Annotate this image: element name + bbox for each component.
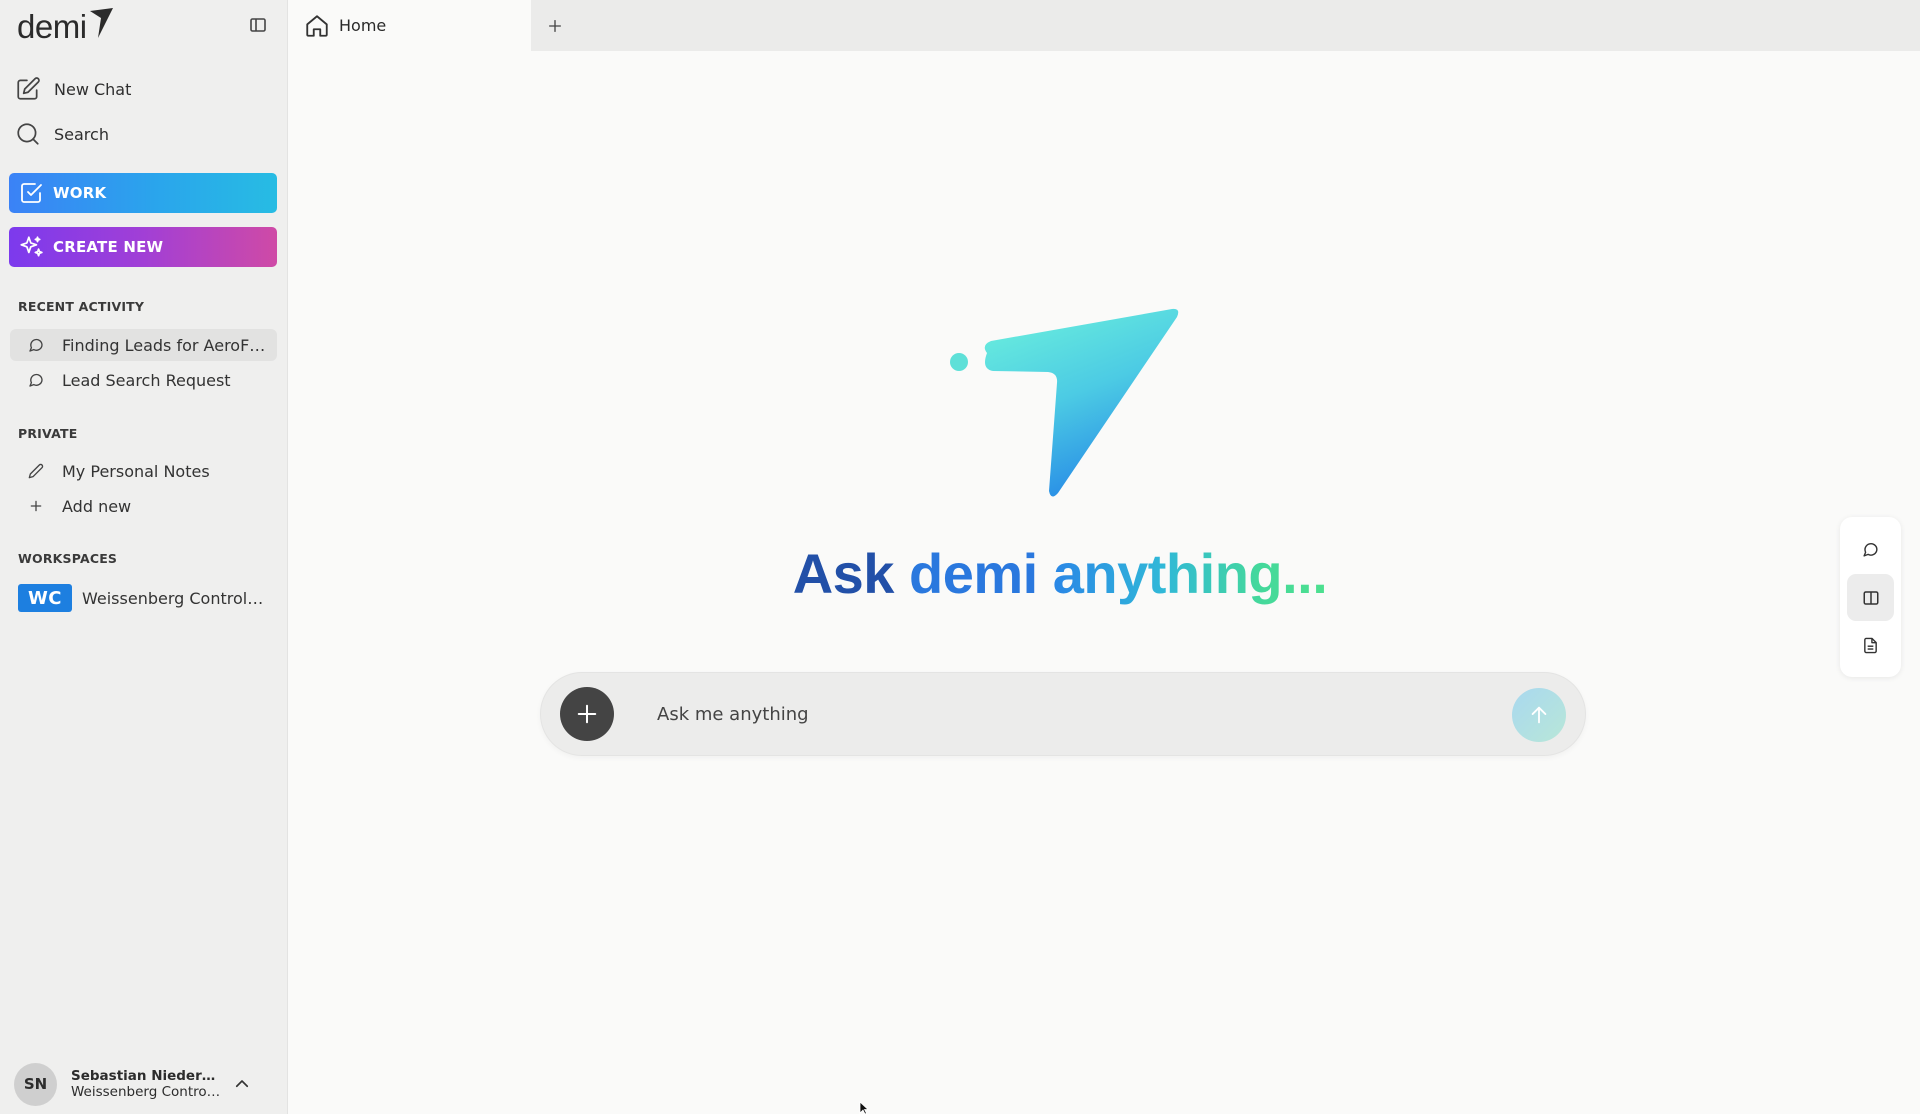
edit-icon <box>17 77 40 100</box>
private-item-label: My Personal Notes <box>62 461 210 481</box>
work-label: WORK <box>53 184 107 202</box>
chat-bubble-icon <box>29 373 43 387</box>
hero-word-anything: anything... <box>1052 542 1328 605</box>
recent-item-finding-leads[interactable]: Finding Leads for AeroFl... <box>10 329 277 361</box>
user-profile-menu[interactable]: SN Sebastian Niederdec... Weissenberg Co… <box>14 1062 276 1106</box>
right-tool-panel <box>1840 517 1901 677</box>
tab-home[interactable]: Home <box>289 0 531 51</box>
chevron-up-icon <box>235 1080 249 1088</box>
new-tab-button[interactable] <box>541 12 569 40</box>
user-name: Sebastian Niederdec... <box>71 1068 223 1084</box>
chat-view-button[interactable] <box>1847 526 1894 573</box>
chat-bubble-icon <box>29 338 43 352</box>
document-view-button[interactable] <box>1847 622 1894 669</box>
workspace-label: Weissenberg Control ... <box>82 588 267 608</box>
demi-logo[interactable]: demi <box>17 6 114 46</box>
workspaces-heading: WORKSPACES <box>18 551 118 566</box>
chat-bubble-icon <box>1863 542 1878 557</box>
recent-item-label: Finding Leads for AeroFl... <box>62 335 267 355</box>
cursor-icon <box>859 1101 870 1114</box>
sparkles-icon <box>20 236 43 257</box>
mouse-cursor <box>859 1100 870 1114</box>
new-chat-label: New Chat <box>54 79 132 99</box>
hero-logo <box>945 305 1181 505</box>
search-label: Search <box>54 124 109 144</box>
hero-word-demi: demi <box>909 542 1038 605</box>
recent-item-label: Lead Search Request <box>62 370 231 390</box>
workspace-badge: WC <box>18 584 72 612</box>
hero-word-ask: Ask <box>792 542 895 605</box>
new-chat-button[interactable]: New Chat <box>10 70 278 108</box>
split-view-button[interactable] <box>1847 574 1894 621</box>
plus-icon <box>549 20 561 32</box>
logo-arrow-icon <box>89 8 113 38</box>
private-item-personal-notes[interactable]: My Personal Notes <box>10 455 277 487</box>
split-view-icon <box>1863 590 1878 605</box>
send-button[interactable] <box>1512 688 1566 742</box>
chat-composer <box>540 672 1586 756</box>
logo-text: demi <box>17 7 87 45</box>
collapse-sidebar-button[interactable] <box>246 13 270 37</box>
workspace-item[interactable]: WC Weissenberg Control ... <box>18 583 278 613</box>
add-new-label: Add new <box>62 496 132 516</box>
hero-title: Ask demi anything... <box>540 540 1580 608</box>
chat-input[interactable] <box>657 693 1437 735</box>
create-new-button[interactable]: CREATE NEW <box>9 227 277 267</box>
recent-item-lead-search[interactable]: Lead Search Request <box>10 364 277 396</box>
attach-button[interactable] <box>560 687 614 741</box>
home-icon <box>306 14 328 37</box>
demi-arrow-icon <box>950 308 1179 497</box>
plus-icon <box>30 500 42 512</box>
sidebar: demi New Chat Search WORK CREATE NEW REC… <box>0 0 288 1114</box>
plus-icon <box>577 704 597 724</box>
tab-home-label: Home <box>339 16 387 35</box>
recent-activity-heading: RECENT ACTIVITY <box>18 299 145 314</box>
arrow-up-icon <box>1531 706 1547 724</box>
private-heading: PRIVATE <box>18 426 78 441</box>
user-org: Weissenberg Control ... <box>71 1084 223 1100</box>
checkbox-icon <box>21 183 42 203</box>
search-button[interactable]: Search <box>10 115 278 153</box>
tab-bar: Home <box>289 0 1920 51</box>
work-button[interactable]: WORK <box>9 173 277 213</box>
create-new-label: CREATE NEW <box>53 238 164 256</box>
app-window: demi New Chat Search WORK CREATE NEW REC… <box>0 0 1920 1114</box>
pencil-icon <box>28 463 44 479</box>
document-icon <box>1864 637 1877 654</box>
sidebar-toggle-icon <box>250 18 266 32</box>
search-icon <box>17 123 39 145</box>
add-new-private-button[interactable]: Add new <box>10 490 277 522</box>
avatar: SN <box>14 1062 57 1106</box>
